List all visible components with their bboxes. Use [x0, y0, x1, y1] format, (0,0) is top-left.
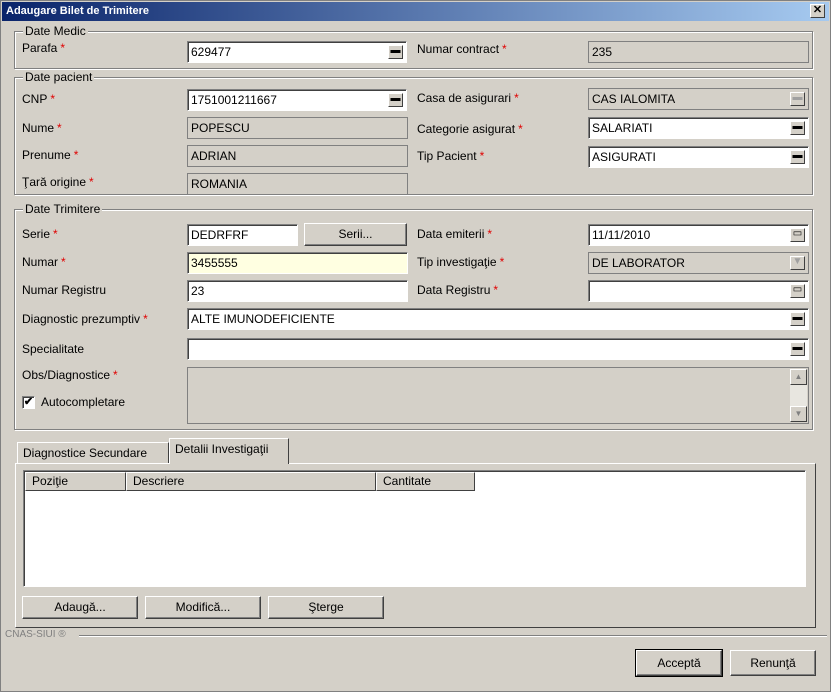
- serie-field[interactable]: DEDRFRF: [187, 224, 298, 246]
- calendar-icon[interactable]: ▭: [790, 228, 805, 242]
- tip-pacient-dropdown-icon[interactable]: ▬: [790, 150, 805, 164]
- prenume-label: Prenume *: [22, 148, 79, 162]
- numar-registru-label: Numar Registru: [22, 283, 107, 297]
- column-header-descriere[interactable]: Descriere: [126, 472, 376, 491]
- cnp-lookup-icon[interactable]: ▬: [388, 93, 403, 107]
- tip-pacient-field[interactable]: ASIGURATI ▬: [588, 146, 809, 168]
- specialitate-lookup-icon[interactable]: ▬: [790, 342, 805, 356]
- investigatii-table[interactable]: Poziţie Descriere Cantitate: [23, 470, 806, 587]
- casa-dropdown-icon: ▬: [790, 92, 805, 106]
- data-registru-label: Data Registru *: [417, 283, 499, 297]
- cnp-label: CNP *: [22, 92, 56, 106]
- casa-label: Casa de asigurari *: [417, 91, 519, 105]
- accept-button[interactable]: Acceptă: [635, 649, 723, 677]
- nume-field: POPESCU: [187, 117, 408, 139]
- data-emiterii-label: Data emiterii *: [417, 227, 493, 241]
- numar-field[interactable]: 3455555: [187, 252, 408, 274]
- numar-registru-field[interactable]: 23: [187, 280, 408, 302]
- tara-label: Ţară origine *: [22, 175, 94, 189]
- parafa-lookup-icon[interactable]: ▬: [388, 45, 403, 59]
- brand-label: CNAS-SIUI ®: [5, 629, 66, 640]
- serie-label: Serie *: [22, 227, 58, 241]
- data-registru-field[interactable]: ▭: [588, 280, 809, 302]
- specialitate-field[interactable]: ▬: [187, 338, 809, 360]
- parafa-label: Parafa *: [22, 41, 66, 55]
- tara-field: ROMANIA: [187, 173, 408, 195]
- autocompletare-checkbox[interactable]: ✔: [22, 396, 35, 409]
- group-title-medic: Date Medic: [23, 24, 88, 38]
- footer-separator: [79, 635, 827, 637]
- tab-diagnostice-secundare[interactable]: Diagnostice Secundare: [17, 442, 169, 464]
- add-button[interactable]: Adaugă...: [22, 596, 138, 619]
- casa-field: CAS IALOMITA ▬: [588, 88, 809, 110]
- diagnostic-lookup-icon[interactable]: ▬: [790, 312, 805, 326]
- obs-scrollbar[interactable]: ▲ ▼: [790, 369, 807, 422]
- contract-label: Numar contract *: [417, 42, 507, 56]
- numar-label: Numar *: [22, 255, 66, 269]
- categorie-label: Categorie asigurat *: [417, 122, 523, 136]
- tip-pacient-label: Tip Pacient *: [417, 149, 485, 163]
- diagnostic-label: Diagnostic prezumptiv *: [22, 312, 148, 326]
- tip-investigatie-field: DE LABORATOR ▼: [588, 252, 809, 274]
- column-header-cantitate[interactable]: Cantitate: [376, 472, 475, 491]
- autocompletare-label: Autocompletare: [41, 395, 126, 409]
- column-header-pozitie[interactable]: Poziţie: [25, 472, 126, 491]
- scroll-up-icon[interactable]: ▲: [790, 369, 807, 385]
- calendar-icon[interactable]: ▭: [790, 284, 805, 298]
- group-title-pacient: Date pacient: [23, 70, 95, 84]
- prenume-field: ADRIAN: [187, 145, 408, 167]
- scroll-down-icon[interactable]: ▼: [790, 406, 807, 422]
- contract-field: 235: [588, 41, 809, 63]
- cancel-button[interactable]: Renunţă: [730, 650, 816, 676]
- tip-investigatie-dropdown-icon: ▼: [790, 256, 805, 270]
- window-title: Adaugare Bilet de Trimitere: [6, 5, 150, 17]
- close-icon[interactable]: ✕: [810, 4, 825, 18]
- title-bar[interactable]: Adaugare Bilet de Trimitere ✕: [2, 2, 829, 21]
- obs-label: Obs/Diagnostice *: [22, 368, 118, 382]
- tip-investigatie-label: Tip investigaţie *: [417, 255, 505, 269]
- diagnostic-field[interactable]: ALTE IMUNODEFICIENTE ▬: [187, 308, 809, 330]
- serii-button[interactable]: Serii...: [304, 223, 407, 246]
- group-title-trimitere: Date Trimitere: [23, 202, 103, 216]
- categorie-field[interactable]: SALARIATI ▬: [588, 117, 809, 139]
- dialog-window: Adaugare Bilet de Trimitere ✕ Date Medic…: [0, 0, 831, 692]
- obs-textarea[interactable]: ▲ ▼: [187, 367, 809, 424]
- tab-detalii-investigatii[interactable]: Detalii Investigaţii: [169, 438, 289, 464]
- data-emiterii-field[interactable]: 11/11/2010 ▭: [588, 224, 809, 246]
- nume-label: Nume *: [22, 121, 62, 135]
- cnp-field[interactable]: 1751001211667 ▬: [187, 89, 407, 111]
- delete-button[interactable]: Şterge: [268, 596, 384, 619]
- categorie-dropdown-icon[interactable]: ▬: [790, 121, 805, 135]
- specialitate-label: Specialitate: [22, 342, 85, 356]
- modify-button[interactable]: Modifică...: [145, 596, 261, 619]
- parafa-field[interactable]: 629477 ▬: [187, 41, 407, 63]
